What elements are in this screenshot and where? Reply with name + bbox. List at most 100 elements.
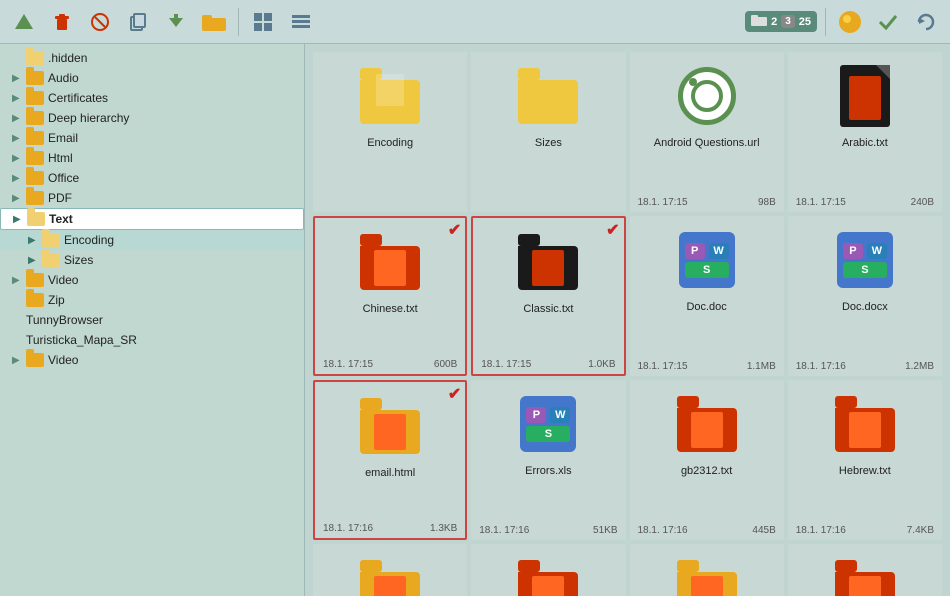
file-icon-container — [358, 552, 422, 596]
file-date: 18.1. 17:16 — [479, 525, 529, 536]
status-button[interactable] — [834, 6, 866, 38]
grid-view-button[interactable] — [247, 6, 279, 38]
folder-icon — [26, 111, 44, 125]
file-meta: 18.1. 17:16 1.3KB — [319, 523, 461, 534]
expand-arrow: ▶ — [12, 153, 22, 163]
folder-icon — [26, 273, 44, 287]
file-name: gb2312.txt — [681, 464, 732, 478]
expand-arrow: ▶ — [12, 93, 22, 103]
file-icon-container — [358, 390, 422, 462]
file-size: 1.0KB — [588, 359, 615, 370]
sidebar-item-tunnybrowser[interactable]: TunnyBrowser — [0, 310, 304, 330]
file-size: 1.2MB — [905, 361, 934, 372]
expand-arrow: ▶ — [28, 255, 38, 265]
folder-icon — [42, 233, 60, 247]
file-cell-docx[interactable]: P W S Doc.docx 18.1. 17:16 1.2MB — [788, 216, 942, 376]
file-meta: 18.1. 17:16 7.4KB — [792, 525, 938, 536]
file-icon-container — [675, 388, 739, 460]
list-view-button[interactable] — [285, 6, 317, 38]
copy-button[interactable] — [122, 6, 154, 38]
sidebar-item-office[interactable]: ▶ Office — [0, 168, 304, 188]
sidebar-item-encoding[interactable]: ▶ Encoding — [0, 230, 304, 250]
file-name: Chinese.txt — [363, 302, 418, 316]
file-cell-doc[interactable]: P W S Doc.doc 18.1. 17:15 1.1MB — [630, 216, 784, 376]
file-date: 18.1. 17:15 — [481, 359, 531, 370]
sidebar-item-label: Text — [49, 212, 73, 226]
sidebar-item-hidden[interactable]: .hidden — [0, 48, 304, 68]
file-icon-container: P W S — [675, 224, 739, 296]
expand-arrow: ▶ — [12, 173, 22, 183]
sidebar-item-label: Audio — [48, 71, 79, 85]
tab-count-top: 2 — [771, 16, 777, 28]
file-size: 445B — [752, 525, 775, 536]
file-cell-gb2312[interactable]: gb2312.txt 18.1. 17:16 445B — [630, 380, 784, 540]
checkmark-icon: ✔ — [606, 220, 619, 240]
sidebar-item-deep-hierarchy[interactable]: ▶ Deep hierarchy — [0, 108, 304, 128]
sidebar-item-html[interactable]: ▶ Html — [0, 148, 304, 168]
sidebar-item-label: Email — [48, 131, 78, 145]
file-cell-arabic[interactable]: Arabic.txt 18.1. 17:15 240B — [788, 52, 942, 212]
sidebar-item-turisticka[interactable]: Turisticka_Mapa_SR — [0, 330, 304, 350]
folder-icon — [26, 131, 44, 145]
nav-up-button[interactable] — [8, 6, 40, 38]
file-name: Sizes — [535, 136, 562, 150]
expand-arrow — [12, 335, 22, 345]
file-cell-html[interactable]: html.html 18.1. 17:16 30KB — [471, 544, 625, 596]
delete-button[interactable] — [46, 6, 78, 38]
expand-arrow: ▶ — [12, 73, 22, 83]
sidebar-item-label: Sizes — [64, 253, 93, 267]
refresh-button[interactable] — [910, 6, 942, 38]
file-cell-hindi[interactable]: Hindi.txt 18.1. 17:16 388B — [313, 544, 467, 596]
sidebar-item-text[interactable]: ▶ Text — [0, 208, 304, 230]
folder-icon — [26, 151, 44, 165]
file-icon-container — [516, 552, 580, 596]
sidebar-item-email[interactable]: ▶ Email — [0, 128, 304, 148]
file-name: Errors.xls — [525, 464, 571, 478]
separator-2 — [825, 8, 826, 36]
checkmark-button[interactable] — [872, 6, 904, 38]
file-cell-japanese[interactable]: Japanese 保険業界を.txt 18.1. 17:16 0.90KB — [630, 544, 784, 596]
sidebar-item-video[interactable]: ▶ Video — [0, 270, 304, 290]
checkmark-icon: ✔ — [448, 220, 461, 240]
file-cell-korean[interactable]: Korean.txt 18.1. 17:16 638B — [788, 544, 942, 596]
sidebar-item-label: Zip — [48, 293, 65, 307]
folder-icon — [26, 293, 44, 307]
sidebar-item-sizes[interactable]: ▶ Sizes — [0, 250, 304, 270]
sidebar-item-pdf[interactable]: ▶ PDF — [0, 188, 304, 208]
file-icon-container — [516, 226, 580, 298]
tab-badge: 3 — [781, 15, 795, 28]
file-cell-sizes[interactable]: Sizes — [471, 52, 625, 212]
tab-counter[interactable]: 2 3 25 — [745, 11, 817, 32]
file-name: Android Questions.url — [654, 136, 760, 150]
download-button[interactable] — [160, 6, 192, 38]
file-name: Arabic.txt — [842, 136, 888, 150]
cancel-button[interactable] — [84, 6, 116, 38]
sidebar-item-audio[interactable]: ▶ Audio — [0, 68, 304, 88]
file-cell-android[interactable]: Android Questions.url 18.1. 17:15 98B — [630, 52, 784, 212]
file-cell-classic[interactable]: ✔ Classic.txt 18.1. 17:15 1.0KB — [471, 216, 625, 376]
sidebar-item-zip[interactable]: Zip — [0, 290, 304, 310]
file-cell-email[interactable]: ✔ email.html 18.1. 17:16 1.3KB — [313, 380, 467, 540]
file-icon-container — [833, 60, 897, 132]
file-name: Encoding — [367, 136, 413, 150]
file-icon-container — [833, 552, 897, 596]
sidebar-item-label: TunnyBrowser — [26, 313, 103, 327]
file-cell-encoding[interactable]: Encoding — [313, 52, 467, 212]
sidebar-item-certificates[interactable]: ▶ Certificates — [0, 88, 304, 108]
file-size: 240B — [911, 197, 934, 208]
folder-icon — [42, 253, 60, 267]
file-cell-chinese[interactable]: ✔ Chinese.txt 18.1. 17:15 600B — [313, 216, 467, 376]
sidebar-item-label: Video — [48, 273, 78, 287]
separator-1 — [238, 8, 239, 36]
sidebar-item-label: Office — [48, 171, 79, 185]
file-size: 7.4KB — [907, 525, 934, 536]
file-meta: 18.1. 17:16 51KB — [475, 525, 621, 536]
sidebar-item-video2[interactable]: ▶ Video — [0, 350, 304, 370]
file-date: 18.1. 17:16 — [796, 361, 846, 372]
file-cell-hebrew[interactable]: Hebrew.txt 18.1. 17:16 7.4KB — [788, 380, 942, 540]
file-date: 18.1. 17:15 — [796, 197, 846, 208]
file-cell-errors[interactable]: P W S Errors.xls 18.1. 17:16 51KB — [471, 380, 625, 540]
folder-button[interactable] — [198, 6, 230, 38]
file-name: email.html — [365, 466, 415, 480]
sidebar-item-label: Video — [48, 353, 78, 367]
